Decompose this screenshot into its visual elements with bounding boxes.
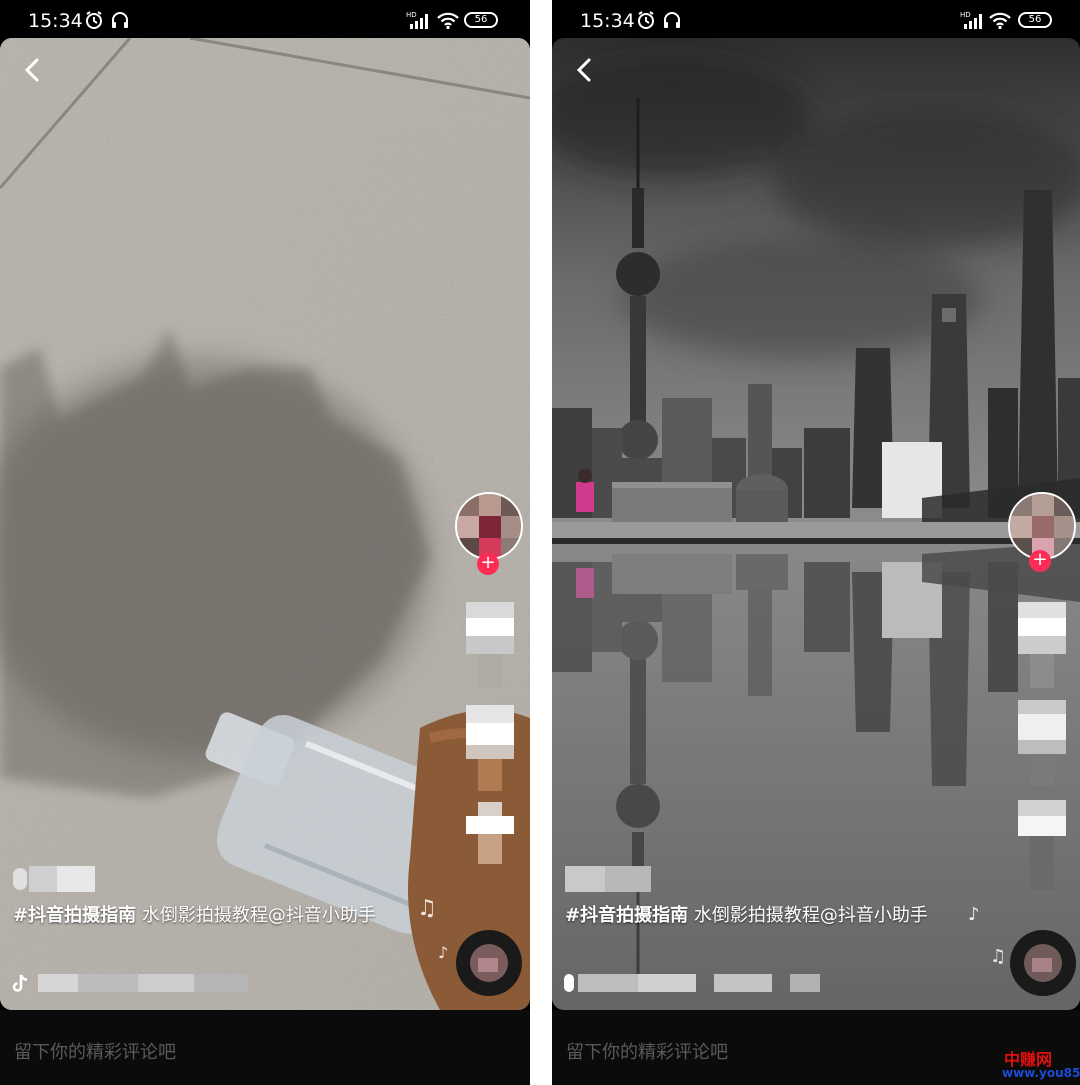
watermark-url: www.you85.com (1002, 1066, 1080, 1080)
caption-text: 水倒影拍摄教程@抖音小助手 (688, 905, 928, 926)
status-bar: 15:34 HD 56 (552, 0, 1080, 40)
hd-signal-icon: HD (406, 11, 428, 29)
music-disc[interactable] (456, 930, 522, 996)
author-username[interactable] (13, 864, 95, 894)
video-caption: #抖音拍摄指南 水倒影拍摄教程@抖音小助手 (13, 902, 413, 929)
back-icon[interactable] (570, 56, 598, 84)
battery-level: 56 (474, 14, 488, 25)
battery-level: 56 (1028, 14, 1042, 25)
svg-text:HD: HD (406, 11, 417, 19)
share-button[interactable] (466, 802, 514, 864)
headset-icon (664, 12, 680, 28)
site-watermark: 中赚网 www.you85.com (1002, 1046, 1080, 1082)
music-note-icon: ♪ (438, 943, 449, 962)
author-avatar[interactable] (455, 492, 523, 560)
share-button[interactable] (1018, 800, 1066, 890)
comment-button[interactable] (466, 705, 514, 791)
alarm-icon (86, 11, 102, 29)
alarm-icon (638, 11, 654, 29)
music-title[interactable] (38, 972, 248, 994)
video-caption: #抖音拍摄指南 水倒影拍摄教程@抖音小助手 (565, 902, 965, 929)
back-icon[interactable] (18, 56, 46, 84)
wifi-icon (437, 12, 459, 30)
headset-icon (112, 12, 128, 28)
phone-screen-left: 15:34 HD 56 + #抖音拍摄指南 水倒影拍摄教程@抖音小助手 ♫ ♪ … (0, 0, 530, 1085)
music-disc[interactable] (1010, 930, 1076, 996)
music-note-icon: ♪ (968, 904, 980, 925)
battery-icon: 56 (1018, 12, 1052, 28)
svg-text:HD: HD (960, 11, 971, 19)
like-button[interactable] (466, 602, 514, 688)
follow-button[interactable]: + (1029, 550, 1051, 572)
tiktok-logo-icon (12, 974, 28, 992)
wifi-icon (989, 12, 1011, 30)
comment-input[interactable]: 留下你的精彩评论吧 (14, 1038, 176, 1064)
follow-button[interactable]: + (477, 553, 499, 575)
phone-screen-right: 15:34 HD 56 + #抖音拍摄指南 水倒影拍摄教程@抖音小助手 ♪ ♫ … (552, 0, 1080, 1085)
status-time: 15:34 (28, 10, 83, 32)
caption-hashtag[interactable]: #抖音拍摄指南 (565, 905, 688, 926)
caption-text: 水倒影拍摄教程@抖音小助手 (136, 905, 376, 926)
comment-input[interactable]: 留下你的精彩评论吧 (566, 1038, 728, 1064)
music-title[interactable] (564, 972, 820, 994)
music-note-icon: ♫ (990, 946, 1007, 967)
comment-button[interactable] (1018, 700, 1066, 786)
status-bar: 15:34 HD 56 (0, 0, 530, 40)
comment-bar[interactable]: 留下你的精彩评论吧 (552, 1010, 1080, 1085)
caption-hashtag[interactable]: #抖音拍摄指南 (13, 905, 136, 926)
comment-bar[interactable]: 留下你的精彩评论吧 (0, 1010, 530, 1085)
hd-signal-icon: HD (960, 11, 982, 29)
author-username[interactable] (565, 864, 651, 894)
like-button[interactable] (1018, 602, 1066, 688)
status-time: 15:34 (580, 10, 635, 32)
battery-icon: 56 (464, 12, 498, 28)
music-note-icon: ♫ (417, 896, 437, 921)
